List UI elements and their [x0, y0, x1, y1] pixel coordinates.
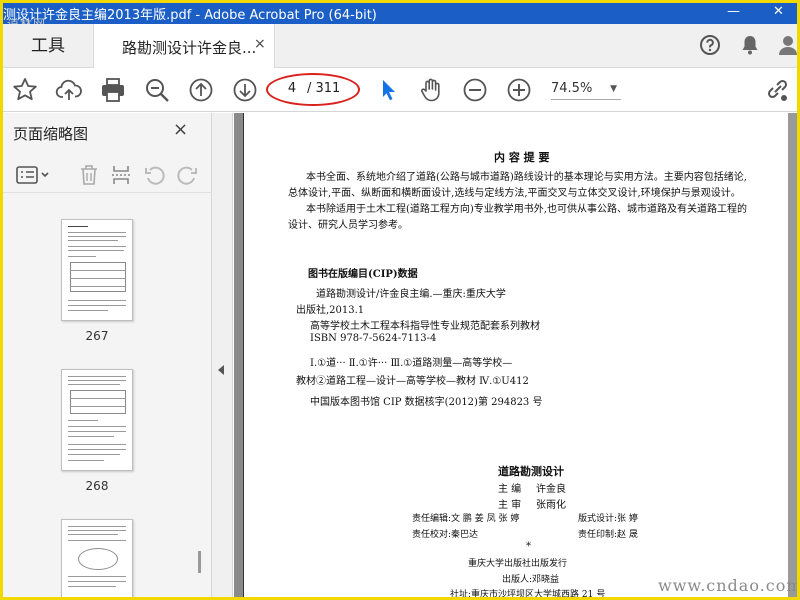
summary-text-line: 本书除适用于土木工程(道路工程方向)专业教学用书外,也可供从事公路、城市道路及有… — [306, 204, 747, 215]
minimize-button[interactable]: — — [727, 4, 740, 19]
red-highlight-ellipse — [266, 73, 360, 106]
zoom-level-value: 74.5% — [551, 81, 593, 96]
upload-cloud-icon[interactable] — [55, 76, 83, 104]
print-icon[interactable] — [99, 76, 127, 104]
cip-heading: 图书在版编目(CIP)数据 — [308, 269, 418, 280]
thumbnails-panel: 页面缩略图 × 267 268 — [3, 113, 212, 597]
cip-line: 中国版本图书馆 CIP 数据核字(2012)第 294823 号 — [310, 397, 543, 408]
panel-scrollbar[interactable] — [198, 551, 201, 573]
rotate-left-icon[interactable] — [143, 163, 167, 187]
staff-line: 责任校对:秦巴达 — [412, 530, 479, 540]
chevron-down-icon: ▼ — [610, 84, 617, 94]
select-cursor-icon[interactable] — [374, 76, 402, 104]
summary-text-line: 总体设计,平面、纵断面和横断面设计,选线与定线方法,平面交叉与立体交叉设计,环境… — [288, 188, 741, 199]
page-thumbnail-268[interactable] — [61, 369, 133, 471]
hand-tool-icon[interactable] — [417, 76, 445, 104]
summary-text-line: 设计、研究人员学习参考。 — [288, 220, 408, 231]
panel-close-icon[interactable]: × — [173, 119, 188, 140]
page-thumbnail-269[interactable] — [61, 519, 133, 597]
summary-heading: 内 容 提 要 — [494, 151, 550, 164]
page-thumbnail-267[interactable] — [61, 219, 133, 321]
acrobat-window: 测设计许金良主编2013年版.pdf - Adobe Acrobat Pro (… — [0, 0, 800, 600]
thumbnail-tools — [3, 157, 212, 193]
publisher-address: 社址:重庆市沙坪坝区大学城西路 21 号 — [450, 590, 606, 600]
title-bar: 测设计许金良主编2013年版.pdf - Adobe Acrobat Pro (… — [3, 3, 797, 24]
collapse-panel-icon[interactable] — [218, 365, 224, 375]
summary-text-line: 本书全面、系统地介绍了道路(公路与城市道路)路线设计的基本理论与实用方法。主要内… — [306, 172, 747, 183]
insert-page-icon[interactable] — [109, 163, 133, 187]
reviewer-label: 主 审 — [498, 500, 522, 511]
cip-line: Ⅰ.①道··· Ⅱ.①许··· Ⅲ.①道路测量—高等学校— — [310, 358, 513, 369]
pdf-page: 内 容 提 要 本书全面、系统地介绍了道路(公路与城市道路)路线设计的基本理论与… — [243, 113, 795, 597]
tab-tools[interactable]: 工具 — [3, 24, 93, 68]
editor-label: 主 编 — [498, 484, 522, 495]
zoom-level-select[interactable]: 74.5% ▼ — [551, 78, 621, 100]
staff-line: 版式设计:张 婷 — [578, 514, 638, 524]
share-link-icon[interactable] — [763, 76, 791, 104]
thumbnail-page-label: 268 — [85, 479, 109, 493]
staff-line: 责任印制:赵 晟 — [578, 530, 638, 540]
panel-title: 页面缩略图 — [13, 125, 89, 143]
tab-bar: 工具 路勘测设计许金良... × — [3, 24, 797, 69]
delete-page-icon[interactable] — [77, 163, 101, 187]
reviewer-name: 张雨化 — [536, 500, 566, 511]
zoom-out-icon[interactable] — [461, 76, 489, 104]
help-icon[interactable] — [699, 34, 721, 60]
rotate-right-icon[interactable] — [175, 163, 199, 187]
main-toolbar: 4 / 311 74.5% ▼ — [3, 68, 797, 112]
notification-bell-icon[interactable] — [739, 34, 761, 60]
cip-line: 出版社,2013.1 — [296, 305, 365, 316]
cip-line: 教材②道路工程—设计—高等学校—教材 Ⅳ.①U412 — [296, 376, 529, 387]
next-page-icon[interactable] — [231, 76, 259, 104]
panel-splitter[interactable] — [212, 113, 233, 597]
close-window-button[interactable]: ✕ — [773, 4, 784, 19]
publisher-line: 重庆大学出版社出版发行 — [468, 559, 568, 569]
editor-name: 许金良 — [536, 484, 566, 495]
previous-page-icon[interactable] — [187, 76, 215, 104]
cip-line: ISBN 978-7-5624-7113-4 — [310, 333, 437, 344]
zoom-in-icon[interactable] — [505, 76, 533, 104]
staff-line: 责任编辑:文 鹏 姜 凤 张 婷 — [412, 514, 520, 524]
cip-line: 道路勘测设计/许金良主编.—重庆:重庆大学 — [316, 289, 506, 300]
separator-star: * — [526, 541, 531, 552]
tab-document-label: 路勘测设计许金良... — [122, 39, 257, 57]
tab-document[interactable]: 路勘测设计许金良... × — [93, 24, 275, 69]
thumbnail-page-label: 267 — [85, 329, 109, 343]
options-menu-icon[interactable] — [15, 163, 51, 187]
document-view[interactable]: 内 容 提 要 本书全面、系统地介绍了道路(公路与城市道路)路线设计的基本理论与… — [234, 113, 797, 597]
window-title: 测设计许金良主编2013年版.pdf - Adobe Acrobat Pro (… — [3, 8, 377, 23]
zoom-search-icon[interactable] — [143, 76, 171, 104]
account-icon[interactable] — [778, 34, 797, 60]
tab-close-icon[interactable]: × — [254, 36, 266, 52]
cndao-watermark: www.cndao.com — [658, 576, 800, 595]
book-title: 道路勘测设计 — [498, 465, 564, 478]
document-scrollbar[interactable] — [788, 113, 797, 597]
bookmark-star-icon[interactable] — [11, 76, 39, 104]
publisher-person: 出版人:邓晓益 — [502, 575, 560, 585]
cip-line: 高等学校土木工程本科指导性专业规范配套系列教材 — [310, 321, 540, 332]
